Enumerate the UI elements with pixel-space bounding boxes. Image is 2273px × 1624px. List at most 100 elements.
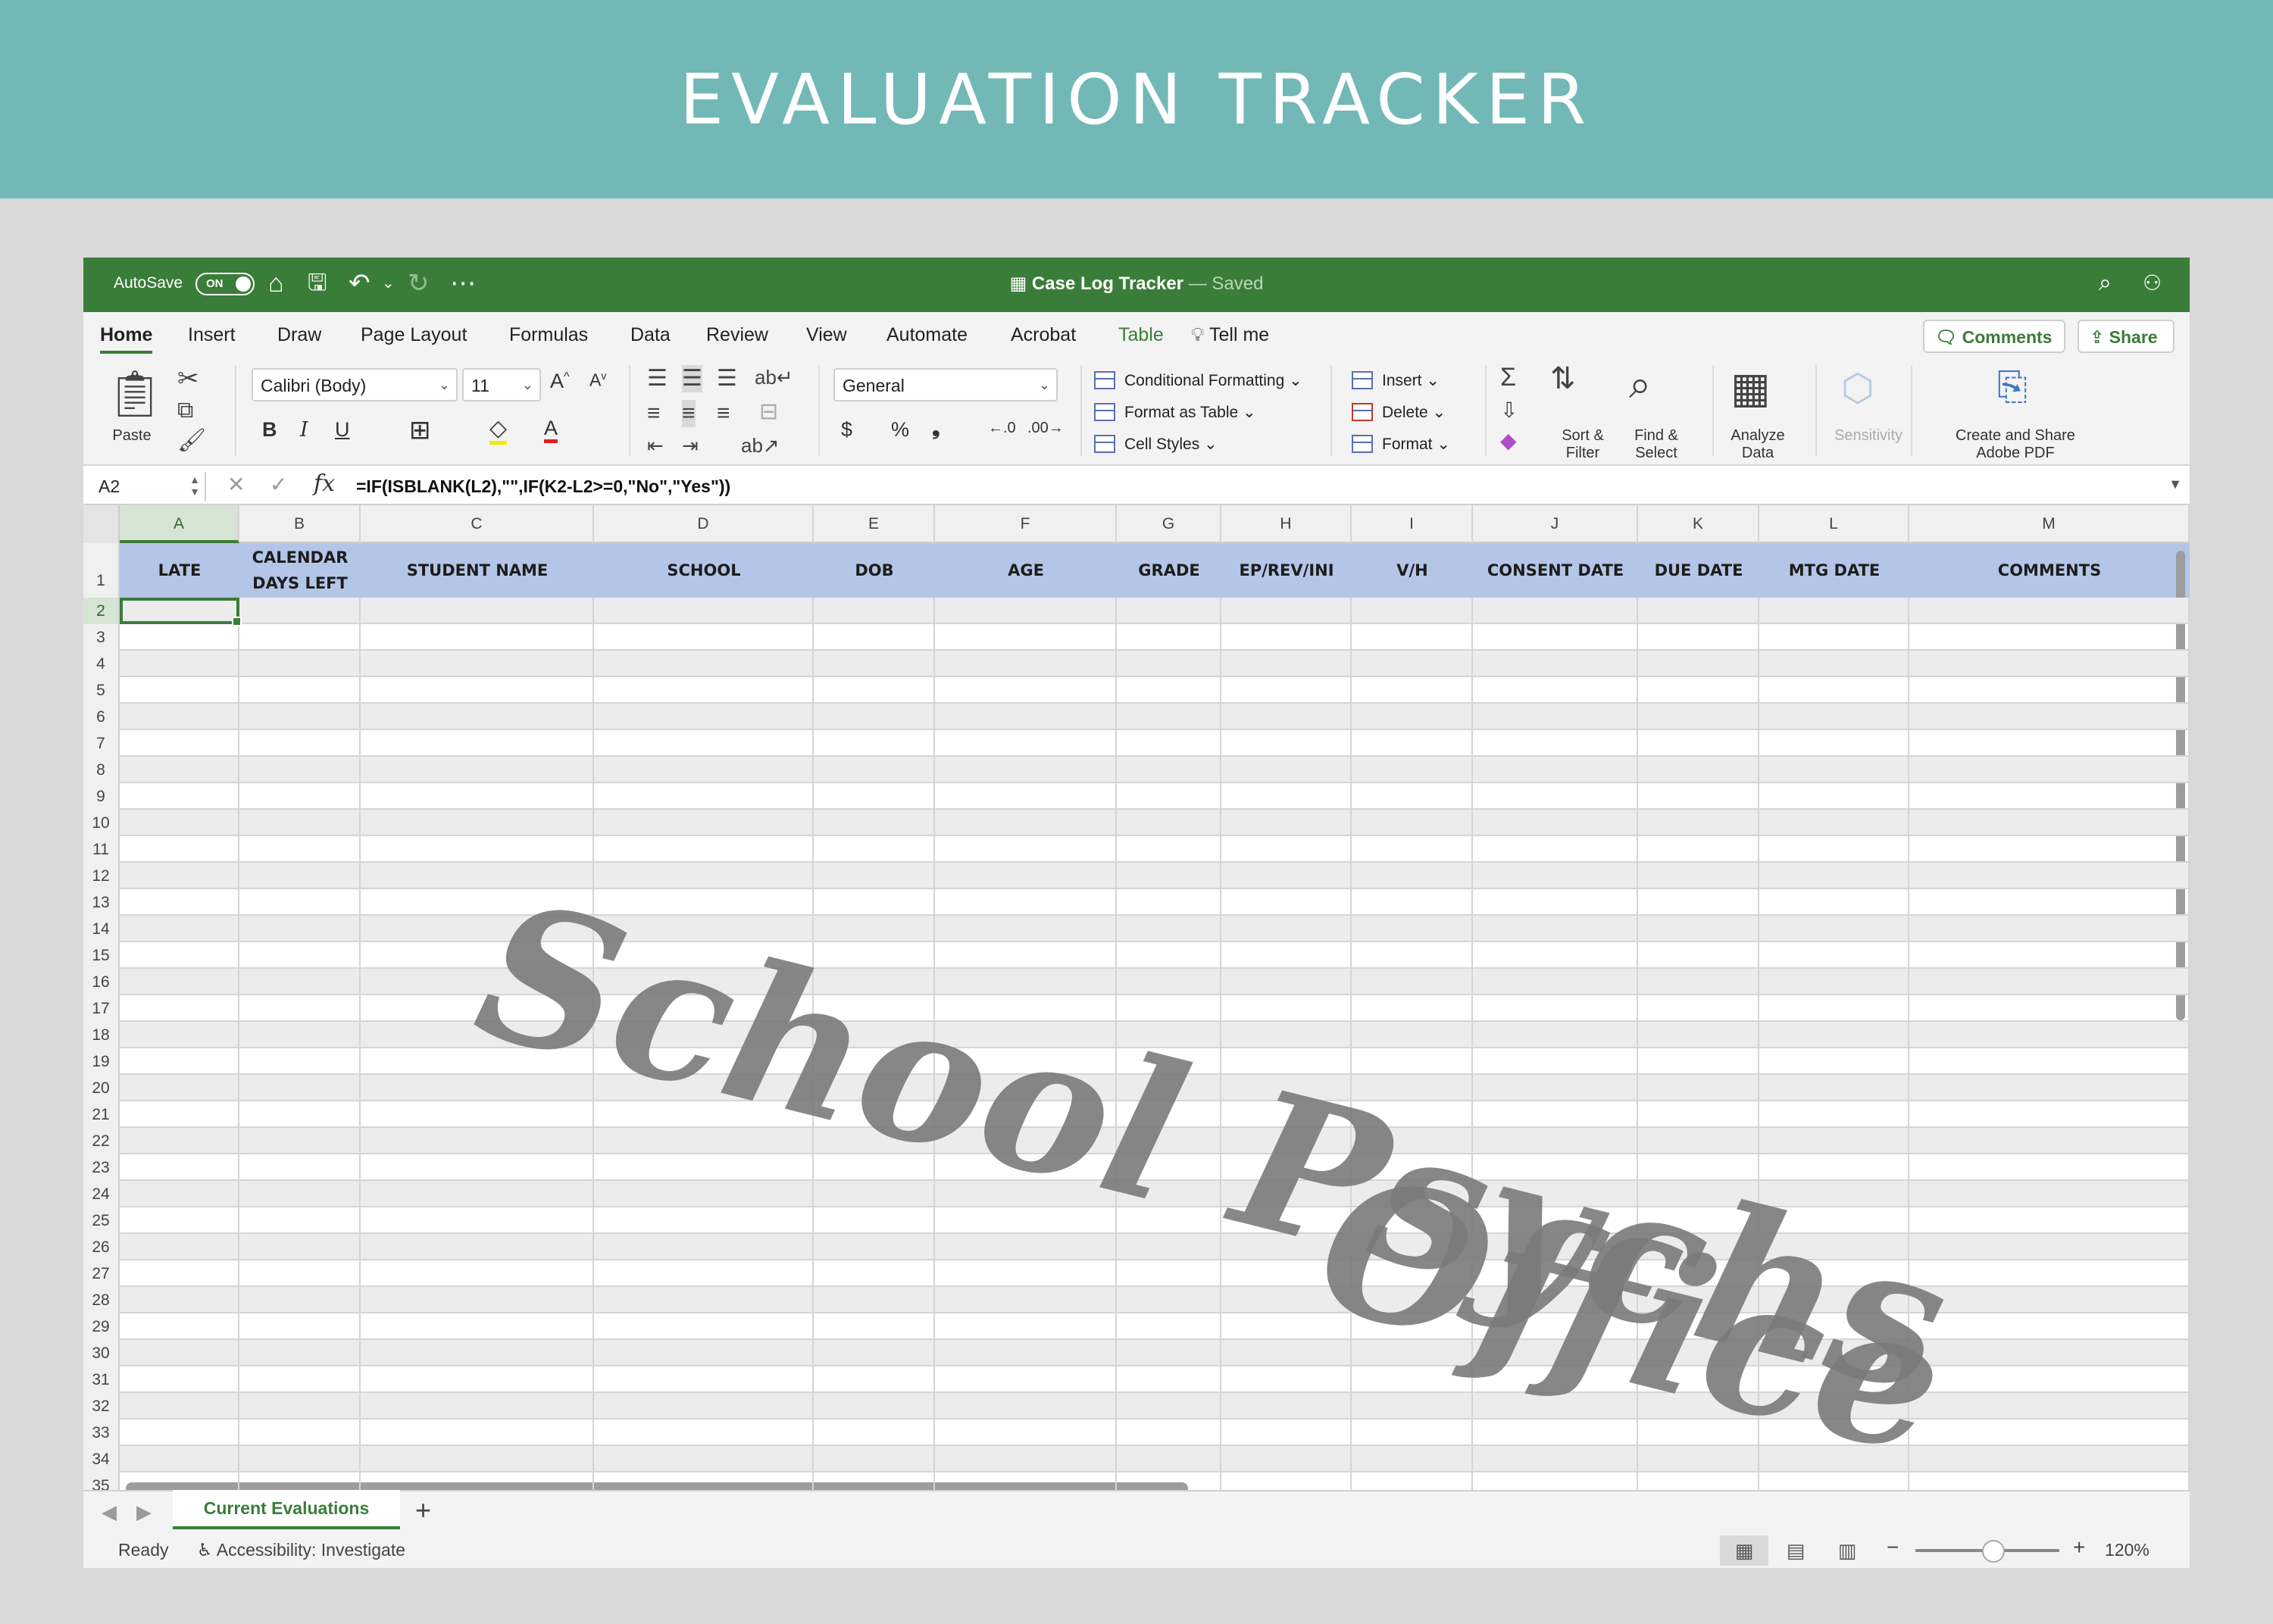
normal-view-icon[interactable]: ▦ [1720, 1535, 1768, 1566]
increase-indent-icon[interactable]: ⇥ [682, 432, 699, 459]
table-row[interactable] [120, 1419, 2190, 1446]
align-center-icon[interactable]: ≡ [682, 400, 696, 427]
column-header-f[interactable]: F [935, 505, 1117, 543]
row-number[interactable]: 29 [83, 1313, 120, 1340]
sheet-tab-current-evaluations[interactable]: Current Evaluations [173, 1490, 400, 1529]
tab-data[interactable]: Data [630, 324, 671, 346]
bold-button[interactable]: B [262, 418, 277, 442]
table-row[interactable] [120, 1340, 2190, 1366]
clipboard-icon[interactable]: 📋︎ [106, 371, 164, 417]
table-row[interactable] [120, 1128, 2190, 1154]
tab-review[interactable]: Review [706, 324, 768, 346]
table-row[interactable] [120, 1181, 2190, 1207]
align-top-icon[interactable]: ☰ [647, 365, 668, 392]
conditional-formatting-button[interactable]: Conditional Formatting ⌄ [1094, 371, 1302, 390]
column-header-m[interactable]: M [1909, 505, 2190, 543]
tab-page-layout[interactable]: Page Layout [361, 324, 467, 346]
tab-formulas[interactable]: Formulas [509, 324, 588, 346]
share-button[interactable]: ⇪ Share [2078, 320, 2175, 353]
table-row[interactable] [120, 1075, 2190, 1101]
decrease-indent-icon[interactable]: ⇤ [647, 432, 664, 459]
zoom-slider-handle[interactable] [1982, 1540, 2005, 1563]
header-cell[interactable]: AGE [935, 543, 1117, 598]
align-middle-icon[interactable]: ☰ [682, 365, 702, 392]
row-number[interactable]: 17 [83, 995, 120, 1022]
row-number[interactable]: 22 [83, 1128, 120, 1154]
column-header-j[interactable]: J [1473, 505, 1638, 543]
tell-me[interactable]: 💡︎ Tell me [1191, 324, 1269, 346]
table-row[interactable] [120, 1154, 2190, 1181]
column-header-l[interactable]: L [1759, 505, 1909, 543]
row-number[interactable]: 15 [83, 942, 120, 969]
zoom-in-button[interactable]: + [2073, 1535, 2085, 1560]
column-header-e[interactable]: E [814, 505, 935, 543]
column-header-d[interactable]: D [594, 505, 814, 543]
zoom-level[interactable]: 120% [2105, 1540, 2150, 1560]
table-row[interactable] [120, 1287, 2190, 1313]
insert-function-icon[interactable]: fx [314, 470, 335, 497]
tab-table[interactable]: Table [1118, 324, 1164, 346]
italic-button[interactable]: I [300, 418, 308, 442]
font-name-combo[interactable]: Calibri (Body) ⌄ [252, 368, 458, 401]
row-number[interactable]: 27 [83, 1260, 120, 1287]
row-number[interactable]: 3 [83, 624, 120, 651]
wrap-text-icon[interactable]: ab↵ [755, 364, 793, 391]
header-cell[interactable]: DUE DATE [1638, 543, 1759, 598]
header-cell[interactable]: CALENDAR DAYS LEFT [239, 543, 361, 598]
copy-icon[interactable]: ⧉ [177, 397, 193, 424]
table-row[interactable] [120, 1048, 2190, 1075]
row-number[interactable]: 8 [83, 757, 120, 783]
expand-formula-icon[interactable]: ▼ [2168, 476, 2182, 492]
row-number[interactable]: 26 [83, 1234, 120, 1260]
tab-insert[interactable]: Insert [188, 324, 236, 346]
column-header-k[interactable]: K [1638, 505, 1759, 543]
header-cell[interactable]: STUDENT NAME [361, 543, 594, 598]
tab-home[interactable]: Home [100, 324, 153, 354]
table-row[interactable] [120, 1313, 2190, 1340]
chevron-right-icon[interactable]: ▶ [136, 1501, 152, 1524]
table-row[interactable] [120, 1473, 2190, 1490]
column-header-g[interactable]: G [1117, 505, 1221, 543]
percent-icon[interactable]: % [891, 418, 909, 442]
row-number[interactable]: 21 [83, 1101, 120, 1128]
header-cell[interactable]: COMMENTS [1909, 543, 2190, 598]
tab-view[interactable]: View [806, 324, 847, 346]
cut-icon[interactable]: ✂ [177, 365, 199, 392]
table-row[interactable] [120, 1234, 2190, 1260]
row-number[interactable]: 23 [83, 1154, 120, 1181]
font-size-combo[interactable]: 11 ⌄ [462, 368, 541, 401]
row-number[interactable]: 16 [83, 969, 120, 995]
font-color-icon[interactable]: A [544, 417, 558, 443]
table-row[interactable] [120, 1207, 2190, 1234]
row-number[interactable]: 9 [83, 783, 120, 810]
table-row[interactable] [120, 598, 2190, 624]
page-break-view-icon[interactable]: ▥ [1823, 1535, 1871, 1566]
table-row[interactable] [120, 1101, 2190, 1128]
table-row[interactable] [120, 704, 2190, 730]
table-row[interactable] [120, 1393, 2190, 1419]
header-cell[interactable]: CONSENT DATE [1473, 543, 1638, 598]
sort-filter-label[interactable]: Sort & Filter [1541, 427, 1624, 462]
table-row[interactable] [120, 677, 2190, 704]
row-number[interactable]: 30 [83, 1340, 120, 1366]
format-as-table-button[interactable]: Format as Table ⌄ [1094, 403, 1256, 422]
header-cell[interactable]: DOB [814, 543, 935, 598]
sensitivity-label[interactable]: Sensitivity [1817, 427, 1920, 445]
borders-icon[interactable]: ⊞ [409, 415, 431, 445]
table-row[interactable] [120, 757, 2190, 783]
table-row[interactable] [120, 1022, 2190, 1048]
sensitivity-icon[interactable]: ⬡ [1841, 365, 1874, 411]
header-cell[interactable]: MTG DATE [1759, 543, 1909, 598]
tab-acrobat[interactable]: Acrobat [1011, 324, 1076, 346]
row-number[interactable]: 1 [83, 543, 120, 598]
header-cell[interactable]: V/H [1352, 543, 1473, 598]
increase-decimal-icon[interactable]: ←.0 [988, 420, 1016, 437]
clear-icon[interactable]: ◆ [1500, 427, 1517, 454]
format-cells-button[interactable]: Format ⌄ [1352, 435, 1450, 454]
table-row[interactable] [120, 995, 2190, 1022]
header-cell[interactable]: SCHOOL [594, 543, 814, 598]
analyze-data-label[interactable]: Analyze Data [1712, 427, 1803, 462]
accessibility-status[interactable]: ♿︎ Accessibility: Investigate [197, 1540, 405, 1560]
analyze-data-icon[interactable]: ▦ [1731, 365, 1771, 411]
column-header-c[interactable]: C [361, 505, 594, 543]
